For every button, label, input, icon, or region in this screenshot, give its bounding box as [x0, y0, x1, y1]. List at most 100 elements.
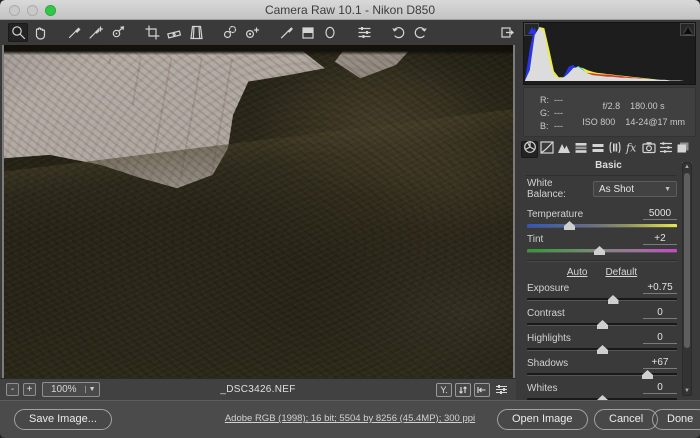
adjustment-brush-tool[interactable] [276, 23, 296, 42]
white-balance-row: White Balance: As Shot ▼ [527, 178, 677, 200]
slider-contrast: Contrast0 [527, 307, 677, 329]
auto-default-row: Auto Default [527, 267, 677, 278]
crop-icon [145, 25, 160, 40]
scroll-down-icon[interactable]: ▼ [683, 388, 691, 394]
red-eye-tool[interactable] [242, 23, 262, 42]
tab-detail-icon [557, 141, 571, 159]
slider-thumb-shadows[interactable] [642, 370, 653, 379]
transform-tool[interactable] [186, 23, 206, 42]
slider-shadows: Shadows +67 [527, 357, 677, 379]
slider-value-shadows[interactable]: +67 [643, 357, 677, 369]
brush-icon [279, 25, 294, 40]
straighten-tool[interactable] [164, 23, 184, 42]
tab-basic[interactable] [521, 141, 538, 158]
photo-vignette [4, 45, 513, 378]
white-balance-tool[interactable] [64, 23, 84, 42]
slider-track-temperature[interactable] [527, 221, 677, 230]
slider-track-contrast[interactable] [527, 320, 677, 329]
histogram-channel-white [525, 27, 694, 81]
tab-detail[interactable] [555, 141, 572, 158]
slider-value-temperature[interactable]: 5000 [643, 208, 677, 220]
rotate-left-icon [391, 25, 406, 40]
spot-icon [222, 25, 238, 40]
toolbar-tools [0, 20, 516, 45]
tab-hsl-grayscale[interactable] [572, 141, 589, 158]
copy-settings-button[interactable] [474, 383, 490, 397]
slider-value-whites[interactable]: 0 [643, 382, 677, 394]
default-link[interactable]: Default [605, 267, 637, 278]
sliders-icon [495, 384, 508, 395]
crop-tool[interactable] [142, 23, 162, 42]
iso-value: ISO 800 [582, 117, 615, 127]
color-sampler-tool[interactable] [86, 23, 106, 42]
auto-link[interactable]: Auto [567, 267, 588, 278]
aperture-value: f/2.8 [603, 101, 621, 111]
slider-track-tint[interactable] [527, 246, 677, 255]
radial-filter-tool[interactable] [320, 23, 340, 42]
preview-preferences-button[interactable] [493, 383, 510, 397]
before-after-toggle-button[interactable]: Y. [436, 383, 452, 397]
shutter-value: 180.00 s [630, 101, 665, 111]
hand-tool[interactable] [30, 23, 50, 42]
tab-curve-icon [540, 141, 554, 159]
rotate-right-tool[interactable] [410, 23, 430, 42]
slider-thumb-temperature[interactable] [564, 221, 575, 230]
hand-icon [33, 25, 47, 40]
tab-presets[interactable] [657, 141, 674, 158]
g-value: --- [554, 108, 563, 118]
slider-thumb-exposure[interactable] [608, 295, 619, 304]
slider-value-exposure[interactable]: +0.75 [643, 282, 677, 294]
done-button[interactable]: Done [652, 409, 700, 430]
white-balance-select[interactable]: As Shot ▼ [593, 181, 677, 197]
preferences-tool[interactable] [354, 23, 374, 42]
slider-thumb-contrast[interactable] [597, 320, 608, 329]
graduated-filter-tool[interactable] [298, 23, 318, 42]
rotate-left-tool[interactable] [388, 23, 408, 42]
tab-split-toning[interactable] [589, 141, 606, 158]
straighten-icon [166, 26, 182, 40]
prefs-icon [357, 26, 372, 39]
transform-icon [189, 25, 204, 40]
tab-camera-calibration[interactable] [640, 141, 657, 158]
image-footer-bar: - + 100% ▼ _DSC3426.NEF Y. [0, 378, 516, 400]
tab-tone-curve[interactable] [538, 141, 555, 158]
slider-thumb-tint[interactable] [594, 246, 605, 255]
histogram-plot [525, 24, 694, 83]
spot-removal-tool[interactable] [220, 23, 240, 42]
scroll-up-icon[interactable]: ▲ [683, 164, 691, 170]
slider-label-shadows: Shadows [527, 358, 568, 369]
slider-track-highlights[interactable] [527, 345, 677, 354]
scrollbar-thumb[interactable] [684, 173, 690, 348]
tab-lens-corrections[interactable] [606, 141, 623, 158]
tab-effects[interactable]: fx [623, 141, 640, 158]
swap-arrows-icon [458, 385, 468, 395]
adjustments-panel: R:--- G:--- B:--- f/2.8180.00 s ISO 8001… [517, 20, 700, 400]
fullscreen-toggle-button[interactable] [498, 23, 516, 41]
eyedropper-icon [67, 25, 82, 40]
slider-value-highlights[interactable]: 0 [643, 332, 677, 344]
tab-snapshots[interactable] [674, 141, 691, 158]
wb-sliders-group: Temperature5000Tint+2 [527, 208, 677, 255]
copy-left-arrow-icon [477, 385, 487, 395]
cancel-button[interactable]: Cancel [594, 409, 658, 430]
b-value: --- [554, 121, 563, 131]
slider-value-contrast[interactable]: 0 [643, 307, 677, 319]
target-icon [110, 25, 126, 40]
slider-track-shadows[interactable] [527, 370, 677, 379]
red-eye-icon [244, 26, 260, 40]
panel-title: Basic [595, 160, 622, 171]
radial-icon [323, 25, 337, 40]
targeted-adjustment-tool[interactable] [108, 23, 128, 42]
rgb-readouts: R:--- G:--- B:--- [540, 94, 563, 133]
slider-temperature: Temperature5000 [527, 208, 677, 230]
slider-label-exposure: Exposure [527, 283, 569, 294]
swap-before-after-button[interactable] [455, 383, 471, 397]
panel-tabs: fx [521, 141, 697, 159]
image-preview[interactable] [2, 45, 515, 378]
zoom-tool[interactable] [8, 23, 28, 42]
slider-track-exposure[interactable] [527, 295, 677, 304]
slider-value-tint[interactable]: +2 [643, 233, 677, 245]
open-image-button[interactable]: Open Image [497, 409, 588, 430]
slider-thumb-highlights[interactable] [597, 345, 608, 354]
panel-scrollbar[interactable]: ▲ ▼ [682, 162, 692, 396]
